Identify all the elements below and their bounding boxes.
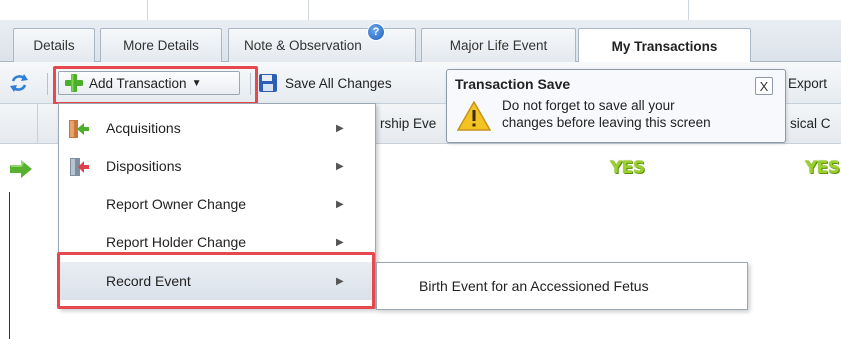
refresh-button[interactable] [7,71,31,95]
record-event-submenu: Birth Event for an Accessioned Fetus [376,262,748,310]
submenu-arrow-icon: ▶ [336,198,344,210]
column-header: sical C [790,116,831,131]
toolbar-separator [47,73,48,95]
tooltip-message-line: changes before leaving this screen [502,115,711,130]
submenu-arrow-icon: ▶ [336,122,344,134]
menu-item-record-event[interactable]: Record Event ▶ [59,262,375,300]
top-strip [0,0,841,20]
tooltip-title: Transaction Save [455,76,571,92]
tab-label: Note & Observation [244,38,362,53]
menu-item-label: Record Event [106,273,191,289]
menu-item-report-holder-change[interactable]: Report Holder Change ▶ [59,223,375,261]
column-divider [147,0,148,20]
submenu-item-birth-event[interactable]: Birth Event for an Accessioned Fetus [419,278,649,294]
add-transaction-button[interactable]: Add Transaction ▼ [58,71,240,95]
toolbar-separator [250,73,251,95]
yes-value: YES [610,158,645,178]
close-icon[interactable]: X [755,77,773,95]
submenu-arrow-icon: ▶ [336,275,344,287]
add-transaction-menu: Acquisitions ▶ Dispositions ▶ Report Own… [58,103,376,309]
tab-label: Details [33,38,75,53]
tab-label: Major Life Event [449,38,548,53]
column-divider [308,0,309,20]
export-label: Export [788,75,828,91]
chevron-down-icon: ▼ [191,77,202,89]
dispositions-icon [70,158,89,176]
tooltip-message-line: Do not forget to save all your [502,98,675,113]
submenu-arrow-icon: ▶ [336,236,344,248]
save-all-changes-label: Save All Changes [285,75,392,91]
help-icon[interactable]: ? [367,23,385,41]
menu-item-label: Report Owner Change [106,196,247,212]
menu-item-dispositions[interactable]: Dispositions ▶ [59,147,375,185]
menu-item-acquisitions[interactable]: Acquisitions ▶ [59,109,375,147]
tab-label: My Transactions [611,38,718,54]
menu-item-label: Report Holder Change [106,234,247,250]
yes-value: YES [805,158,840,178]
tab-major-life-event[interactable]: Major Life Event [421,28,576,62]
plus-icon [65,74,83,92]
export-button[interactable]: Export [788,71,827,95]
add-transaction-label: Add Transaction [89,75,187,91]
column-divider [37,104,38,144]
column-header: rship Eve [380,116,437,131]
tab-bar: Details More Details Note & Observation … [0,20,841,63]
tooltip-message: Do not forget to save all your changes b… [502,97,711,131]
menu-item-report-owner-change[interactable]: Report Owner Change ▶ [59,185,375,223]
tab-more-details[interactable]: More Details [100,28,222,62]
column-divider [688,0,689,20]
grid-left-border [9,192,10,339]
submenu-arrow-icon: ▶ [336,160,344,172]
save-all-changes-button[interactable]: Save All Changes [258,71,392,95]
warning-icon [457,101,491,131]
menu-item-label: Dispositions [106,158,182,174]
menu-item-label: Acquisitions [106,120,181,136]
tab-details[interactable]: Details [13,28,95,62]
floppy-disk-icon [259,74,277,92]
arrow-right-icon [10,160,32,178]
refresh-icon [10,74,28,92]
tab-my-transactions[interactable]: My Transactions [578,28,751,63]
tab-note-observation[interactable]: Note & Observation ? [228,23,416,62]
tab-label: More Details [123,38,199,53]
transaction-save-tooltip: Transaction Save Do not forget to save a… [446,69,786,143]
acquisitions-icon [69,120,89,138]
